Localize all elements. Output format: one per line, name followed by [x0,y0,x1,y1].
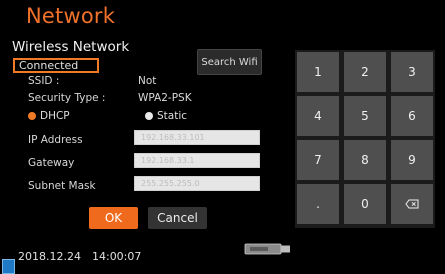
ssid-value: Not [138,75,157,87]
search-wifi-button[interactable]: Search Wifi [197,49,262,75]
status-badge: Connected [13,58,99,73]
ip-address-label: IP Address [28,134,83,146]
section-title: Wireless Network [12,39,130,55]
subnet-mask-field[interactable]: 255.255.255.0 [134,176,260,191]
gateway-label: Gateway [28,157,75,169]
key-2[interactable]: 2 [344,52,386,92]
ssid-label: SSID : [28,75,60,87]
key-6[interactable]: 6 [391,96,433,136]
dhcp-label: DHCP [40,110,70,122]
gateway-field[interactable]: 192.168.33.1 [134,153,260,168]
numeric-keypad: 1 2 3 4 5 6 7 8 9 . 0 [295,50,435,228]
key-8[interactable]: 8 [344,140,386,180]
date: 2018.12.24 [18,250,81,263]
backspace-icon [405,199,419,209]
cancel-button[interactable]: Cancel [148,207,207,229]
security-type-value: WPA2-PSK [138,92,192,104]
key-1[interactable]: 1 [297,52,339,92]
page-title: Network [26,4,116,28]
key-backspace[interactable] [391,184,433,224]
key-5[interactable]: 5 [344,96,386,136]
subnet-mask-label: Subnet Mask [28,180,96,192]
key-9[interactable]: 9 [391,140,433,180]
time: 14:00:07 [91,250,142,263]
key-4[interactable]: 4 [297,96,339,136]
key-dot[interactable]: . [297,184,339,224]
datetime: 2018.12.24 14:00:07 [18,250,141,263]
dhcp-radio[interactable]: DHCP [28,110,70,122]
ip-address-field[interactable]: 192.168.33.101 [134,130,260,145]
key-0[interactable]: 0 [344,184,386,224]
key-3[interactable]: 3 [391,52,433,92]
ok-button[interactable]: OK [89,207,138,229]
static-radio[interactable]: Static [145,110,187,122]
security-type-label: Security Type : [28,92,106,104]
radio-selected-icon [28,112,36,120]
static-label: Static [157,110,188,122]
key-7[interactable]: 7 [297,140,339,180]
usb-drive-icon [244,243,290,255]
device-status-icon [2,259,15,274]
radio-unselected-icon [145,112,153,120]
